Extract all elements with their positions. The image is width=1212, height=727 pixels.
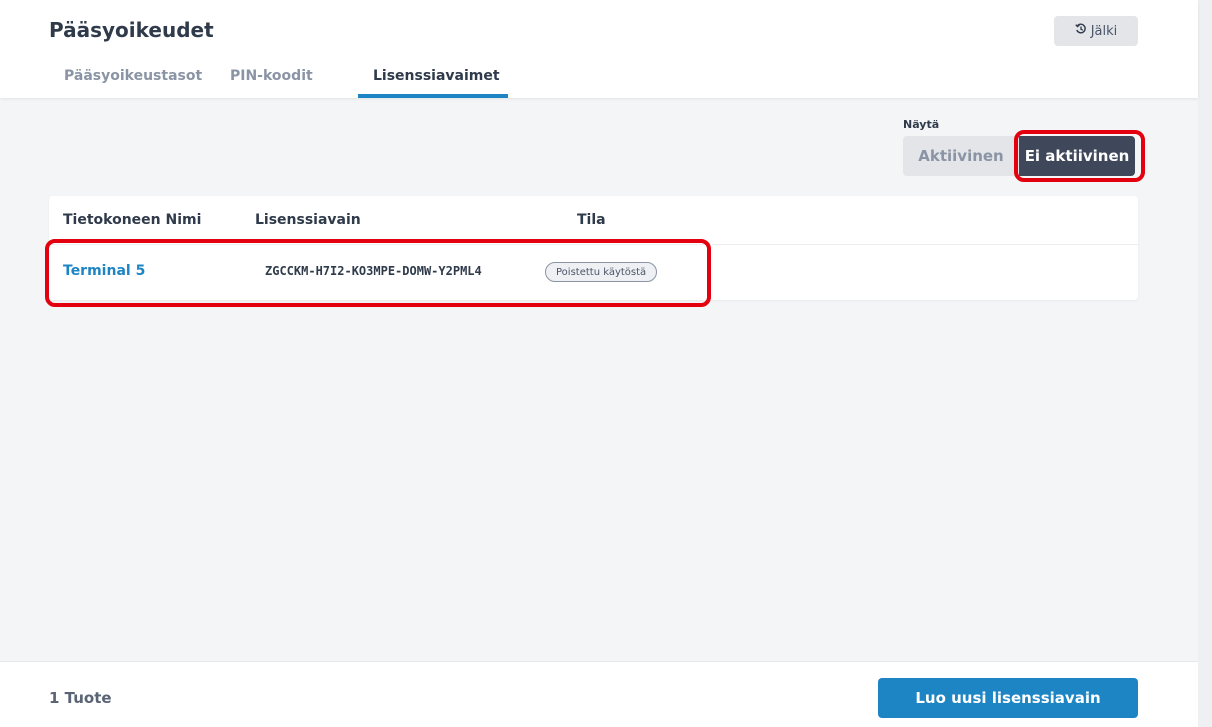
create-license-key-button[interactable]: Luo uusi lisenssiavain <box>878 678 1138 718</box>
filter-inactive-button[interactable]: Ei aktiivinen <box>1019 136 1135 176</box>
column-header-computer-name: Tietokoneen Nimi <box>63 212 202 228</box>
status-badge: Poistettu käytöstä <box>545 262 658 282</box>
tab-access-levels[interactable]: Pääsyoikeustasot <box>49 62 215 98</box>
column-header-status: Tila <box>577 212 606 228</box>
license-table: Tietokoneen Nimi Lisenssiavain Tila Term… <box>49 196 1138 300</box>
license-key-value: ZGCCKM-H7I2-KO3MPE-DOMW-Y2PML4 <box>265 264 482 278</box>
filter-label: Näytä <box>903 118 940 131</box>
tab-license-keys[interactable]: Lisenssiavaimet <box>358 62 508 98</box>
table-divider <box>49 244 1138 245</box>
tab-pin-codes[interactable]: PIN-koodit <box>215 62 358 98</box>
page-footer: 1 Tuote Luo uusi lisenssiavain <box>0 661 1198 727</box>
tab-bar: Pääsyoikeustasot PIN-koodit Lisenssiavai… <box>49 62 508 98</box>
column-header-license-key: Lisenssiavain <box>255 212 361 228</box>
history-button-label: Jälki <box>1090 23 1118 39</box>
page-header: Pääsyoikeudet Jälki Pääsyoikeustasot PIN… <box>0 0 1198 98</box>
scrollbar-track[interactable] <box>1198 0 1212 727</box>
status-filter-toggle: Aktiivinen Ei aktiivinen <box>903 136 1135 176</box>
history-button[interactable]: Jälki <box>1054 16 1138 46</box>
item-count: 1 Tuote <box>49 689 112 707</box>
filter-active-button[interactable]: Aktiivinen <box>903 136 1019 176</box>
computer-name-link[interactable]: Terminal 5 <box>63 263 145 279</box>
history-icon <box>1075 23 1087 39</box>
page-title: Pääsyoikeudet <box>49 18 214 42</box>
